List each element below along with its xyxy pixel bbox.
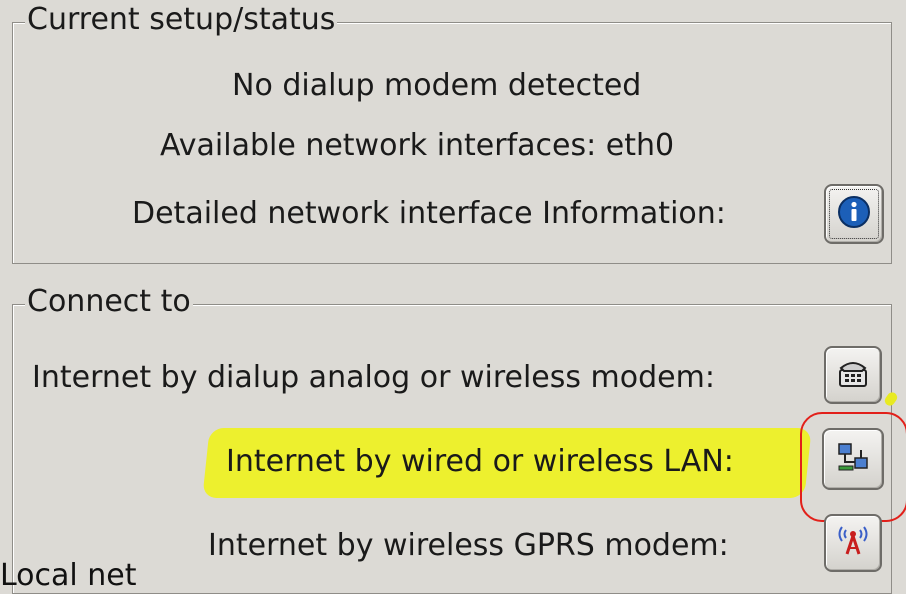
gprs-option-label: Internet by wireless GPRS modem:	[208, 528, 729, 563]
clipped-bottom-text: Local net	[0, 558, 137, 593]
lan-option-label: Internet by wired or wireless LAN:	[226, 444, 734, 479]
interfaces-text: Available network interfaces: eth0	[160, 128, 675, 163]
connect-group-title: Connect to	[25, 284, 193, 319]
details-info-button[interactable]	[824, 184, 884, 244]
phone-modem-icon	[836, 356, 870, 394]
status-group-title: Current setup/status	[25, 2, 338, 37]
gprs-connect-button[interactable]	[824, 514, 882, 572]
gprs-antenna-icon	[836, 524, 870, 562]
dialup-option-label: Internet by dialup analog or wireless mo…	[32, 360, 715, 395]
details-label: Detailed network interface Information:	[132, 196, 726, 231]
dialup-connect-button[interactable]	[824, 346, 882, 404]
modem-status-text: No dialup modem detected	[232, 68, 642, 103]
lan-button-annotation	[800, 412, 906, 522]
info-icon	[837, 195, 871, 233]
